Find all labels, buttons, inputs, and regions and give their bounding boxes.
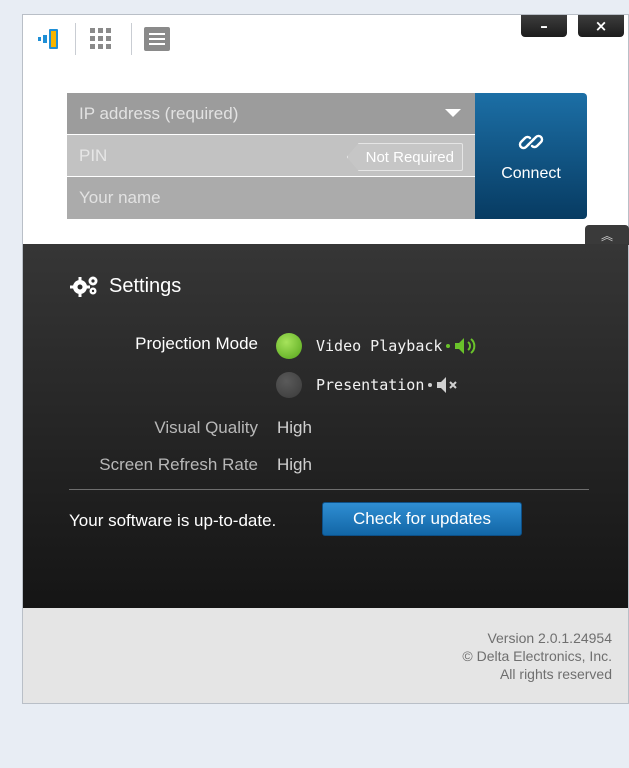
minimize-button[interactable]: – <box>521 15 567 37</box>
check-for-updates-button[interactable]: Check for updates <box>322 502 522 536</box>
video-playback-option[interactable]: Video Playback <box>316 337 480 355</box>
gears-icon <box>70 276 98 297</box>
projection-mode-label: Projection Mode <box>135 334 258 353</box>
screen-refresh-rate-label: Screen Refresh Rate <box>99 455 258 474</box>
pin-field[interactable]: PIN Not Required <box>67 135 475 176</box>
copyright-text: © Delta Electronics, Inc. <box>462 648 612 664</box>
ip-address-placeholder: IP address (required) <box>79 103 239 123</box>
speaker-on-icon <box>455 338 476 354</box>
ip-address-field[interactable]: IP address (required) <box>67 93 475 134</box>
toolbar-divider <box>131 23 132 55</box>
pin-not-required-badge: Not Required <box>346 143 463 171</box>
indicator-dot <box>428 383 433 387</box>
toolbar: – × <box>23 15 628 67</box>
screen-refresh-rate-value[interactable]: High <box>277 455 312 475</box>
presentation-radio[interactable] <box>276 372 302 398</box>
collapse-settings-button[interactable]: ︽ <box>585 225 629 245</box>
close-button[interactable]: × <box>578 15 624 37</box>
settings-panel: Settings Projection Mode Video Playback … <box>23 244 628 608</box>
settings-divider <box>69 489 589 490</box>
chevron-up-icon: ︽ <box>600 228 613 243</box>
connect-button[interactable]: Connect <box>475 93 587 219</box>
app-logo-icon[interactable] <box>35 26 63 52</box>
presentation-label: Presentation <box>316 376 425 394</box>
video-playback-label: Video Playback <box>316 337 443 355</box>
toolbar-divider <box>75 23 76 55</box>
settings-title: Settings <box>109 274 182 297</box>
app-window: – × IP address (required) PIN Not Requir… <box>22 14 629 704</box>
grid-view-icon[interactable] <box>87 26 115 52</box>
visual-quality-label: Visual Quality <box>154 418 258 437</box>
list-view-icon[interactable] <box>143 26 171 52</box>
rights-text: All rights reserved <box>499 666 612 682</box>
your-name-placeholder: Your name <box>79 188 161 207</box>
update-status-text: Your software is up-to-date. <box>69 511 277 530</box>
settings-heading: Settings <box>69 274 181 298</box>
your-name-field[interactable]: Your name <box>67 177 475 219</box>
pin-placeholder: PIN <box>79 145 108 165</box>
link-icon <box>518 134 544 150</box>
connect-label: Connect <box>501 165 561 182</box>
version-text: Version 2.0.1.24954 <box>487 630 612 646</box>
visual-quality-value[interactable]: High <box>277 418 312 438</box>
speaker-muted-icon <box>437 377 458 393</box>
footer: Version 2.0.1.24954 © Delta Electronics,… <box>23 608 628 703</box>
connection-form: IP address (required) PIN Not Required Y… <box>67 93 587 219</box>
presentation-option[interactable]: Presentation <box>316 376 460 394</box>
dropdown-arrow-icon[interactable] <box>445 109 461 117</box>
video-playback-radio[interactable] <box>276 333 302 359</box>
indicator-dot <box>446 344 451 348</box>
